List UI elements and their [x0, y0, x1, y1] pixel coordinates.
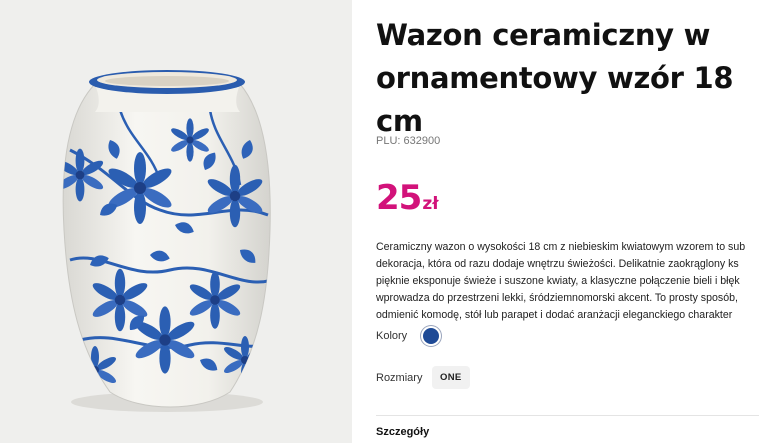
- color-selector: Kolory: [376, 328, 439, 344]
- title-line-1: Wazon ceramiczny w: [376, 18, 711, 52]
- price-currency: zł: [422, 194, 439, 214]
- description-line: wprowadza do przestrzeni lekki, śródziem…: [376, 292, 738, 304]
- description-line: dekoracja, która od razu dodaje wnętrzu …: [376, 258, 739, 270]
- product-plu: PLU: 632900: [376, 135, 441, 147]
- title-line-3: cm: [376, 104, 423, 138]
- price-amount: 25: [376, 178, 422, 218]
- details-section-toggle[interactable]: Szczegóły: [376, 426, 429, 438]
- product-description: Ceramiczny wazon o wysokości 18 cm z nie…: [376, 239, 759, 324]
- product-price: 25zł: [376, 178, 439, 218]
- description-line: pięknie eksponuje świeże i suszone kwiat…: [376, 275, 740, 287]
- colors-label: Kolory: [376, 330, 408, 342]
- description-line: odmienić komodę, stół lub parapet i doda…: [376, 309, 733, 321]
- color-swatch-navy-blue[interactable]: [423, 328, 439, 344]
- sizes-label: Rozmiary: [376, 371, 423, 384]
- divider: [376, 415, 759, 416]
- product-title: Wazon ceramiczny w ornamentowy wzór 18 c…: [376, 14, 736, 143]
- title-line-2: ornamentowy wzór 18: [376, 61, 734, 95]
- description-line: Ceramiczny wazon o wysokości 18 cm z nie…: [376, 241, 746, 253]
- product-image[interactable]: [0, 0, 352, 443]
- size-selector: Rozmiary ONE: [376, 366, 470, 389]
- product-info: Wazon ceramiczny w ornamentowy wzór 18 c…: [376, 0, 759, 443]
- size-option-one[interactable]: ONE: [432, 366, 470, 389]
- vase-illustration: [62, 70, 271, 412]
